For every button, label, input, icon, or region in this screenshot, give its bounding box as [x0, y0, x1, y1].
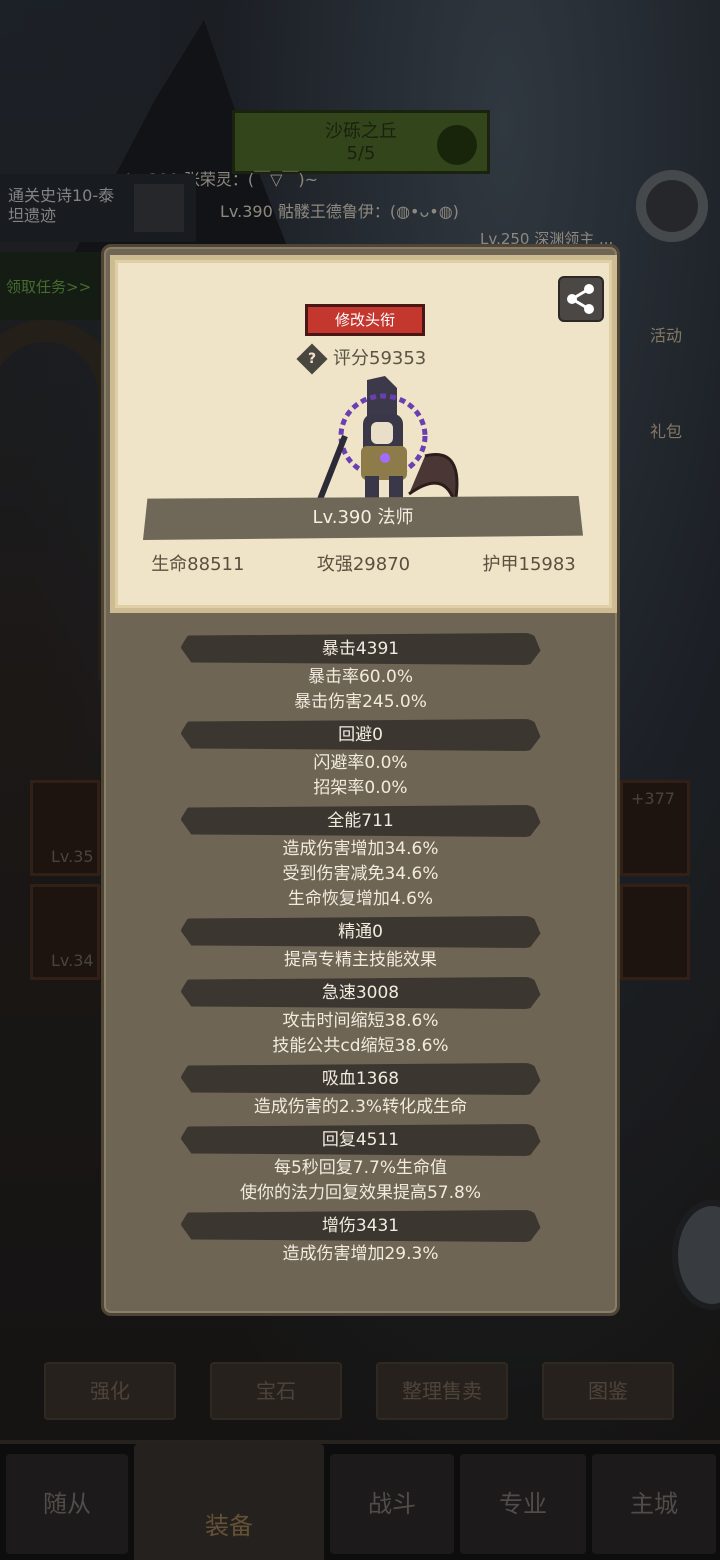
stat-line: 技能公共cd缩短38.6% [272, 1036, 449, 1056]
stat-header-mastery: 精通0 [180, 916, 541, 948]
secondary-stats-list: 暴击4391 暴击率60.0% 暴击伤害245.0% 回避0 闪避率0.0% 招… [104, 629, 617, 1267]
stat-header-regen: 回复4511 [180, 1124, 541, 1156]
score-value: 评分59353 [333, 348, 427, 369]
character-stats-modal: 修改头衔 ? 评分59353 Lv.390 法师 生命88511 攻强29870 [101, 244, 620, 1316]
hero-avatar [305, 376, 475, 508]
stat-header-haste: 急速3008 [180, 977, 541, 1009]
stat-line: 攻击时间缩短38.6% [282, 1011, 439, 1031]
stat-line: 受到伤害减免34.6% [282, 864, 439, 884]
stat-line: 造成伤害的2.3%转化成生命 [253, 1097, 468, 1117]
stat-health: 生命88511 [151, 554, 245, 575]
stat-header-evasion: 回避0 [180, 719, 541, 751]
stat-line: 造成伤害增加34.6% [282, 839, 439, 859]
stat-line: 每5秒回复7.7%生命值 [273, 1158, 447, 1178]
stat-armor: 护甲15983 [482, 554, 576, 575]
stat-header-versatility: 全能711 [180, 805, 541, 837]
stat-line: 造成伤害增加29.3% [282, 1244, 439, 1264]
stat-line: 提高专精主技能效果 [284, 950, 437, 970]
level-class-bar: Lv.390 法师 [143, 496, 583, 540]
stat-line: 暴击伤害245.0% [294, 692, 427, 712]
share-icon[interactable] [558, 276, 604, 322]
change-title-button[interactable]: 修改头衔 [305, 304, 425, 336]
score-row: ? 评分59353 [296, 343, 427, 375]
character-card: 修改头衔 ? 评分59353 Lv.390 法师 生命88511 攻强29870 [110, 255, 617, 613]
stat-line: 生命恢复增加4.6% [287, 889, 434, 909]
stat-attack-power: 攻强29870 [316, 554, 411, 575]
help-icon[interactable]: ? [296, 343, 328, 375]
stat-line: 暴击率60.0% [307, 667, 413, 687]
stat-header-crit: 暴击4391 [180, 633, 541, 665]
stat-line: 招架率0.0% [313, 778, 408, 798]
stat-header-leech: 吸血1368 [180, 1063, 541, 1095]
main-stats-row: 生命88511 攻强29870 护甲15983 [115, 550, 612, 576]
stat-line: 闪避率0.0% [313, 753, 408, 773]
stat-line: 使你的法力回复效果提高57.8% [239, 1183, 481, 1203]
stat-header-damage-bonus: 增伤3431 [180, 1210, 541, 1242]
